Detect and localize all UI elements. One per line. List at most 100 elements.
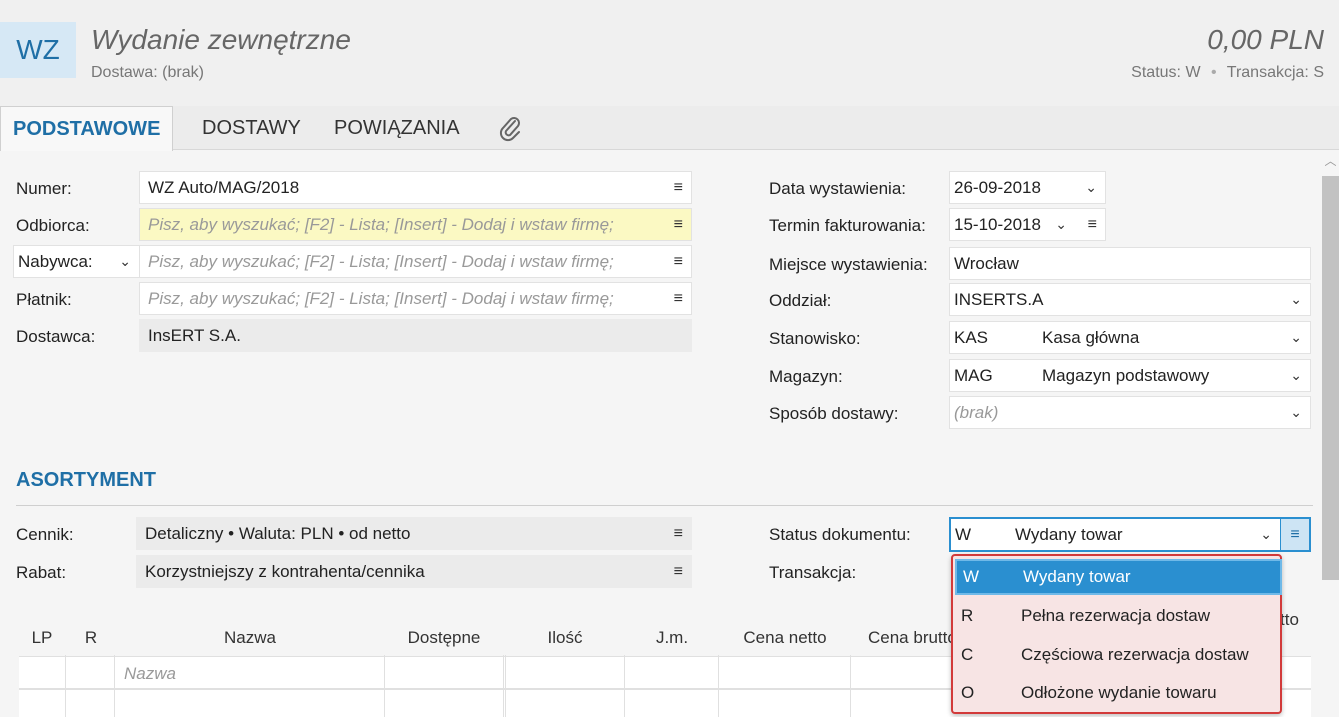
stanowisko-code: KAS — [954, 328, 989, 347]
status-option-w[interactable]: W Wydany towar — [955, 559, 1282, 595]
status-value: Wydany towar — [1015, 525, 1123, 544]
option-label: Odłożone wydanie towaru — [1021, 683, 1217, 702]
status-label: Status: — [1131, 64, 1181, 81]
nabywca-label: Nabywca: — [18, 252, 93, 271]
stanowisko-select[interactable]: KAS Kasa główna ⌄ — [949, 321, 1311, 354]
column-lp[interactable]: LP — [26, 628, 58, 648]
sposob-dostawy-label: Sposób dostawy: — [769, 404, 899, 423]
rabat-value: Korzystniejszy z kontrahenta/cennika — [145, 562, 425, 581]
nabywca-search-input[interactable]: Pisz, aby wyszukać; [F2] - Lista; [Inser… — [139, 245, 692, 278]
status-dokumentu-label: Status dokumentu: — [769, 525, 911, 544]
chevron-down-icon[interactable]: ⌄ — [1085, 172, 1097, 203]
platnik-label: Płatnik: — [16, 290, 72, 309]
option-label: Pełna rezerwacja dostaw — [1021, 606, 1210, 625]
scroll-up-icon[interactable]: ︿ — [1322, 152, 1339, 172]
column-netto-partial[interactable]: tto — [1280, 610, 1310, 630]
oddzial-label: Oddział: — [769, 291, 832, 310]
chevron-down-icon: ⌄ — [119, 253, 131, 269]
transaction-label: Transakcja: — [1226, 64, 1309, 81]
miejsce-wystawienia-label: Miejsce wystawienia: — [769, 255, 928, 274]
sposob-dostawy-value: (brak) — [954, 403, 999, 422]
termin-fakturowania-picker[interactable]: 15-10-2018 ⌄ ≡ — [949, 208, 1106, 241]
oddzial-select[interactable]: INSERTS.A ⌄ — [949, 283, 1311, 316]
document-type-badge: WZ — [0, 22, 76, 78]
scrollbar-thumb[interactable] — [1322, 176, 1339, 580]
miejsce-wystawienia-input[interactable]: Wrocław — [949, 247, 1311, 280]
dostawca-value: InsERT S.A. — [148, 326, 241, 345]
asortyment-heading: ASORTYMENT — [16, 469, 156, 491]
rabat-label: Rabat: — [16, 563, 67, 582]
menu-icon[interactable]: ≡ — [674, 518, 683, 549]
magazyn-select[interactable]: MAG Magazyn podstawowy ⌄ — [949, 359, 1311, 392]
platnik-search-input[interactable]: Pisz, aby wyszukać; [F2] - Lista; [Inser… — [139, 282, 692, 315]
status-option-r[interactable]: R Pełna rezerwacja dostaw — [955, 598, 1282, 634]
tab-podstawowe[interactable]: PODSTAWOWE — [0, 106, 174, 151]
numer-value: WZ Auto/MAG/2018 — [148, 178, 300, 197]
separator-dot: • — [1211, 64, 1217, 81]
status-option-c[interactable]: C Częściowa rezerwacja dostaw — [955, 637, 1282, 673]
menu-icon[interactable]: ≡ — [674, 283, 683, 314]
nabywca-select[interactable]: Nabywca: ⌄ — [13, 245, 140, 278]
stanowisko-label: Stanowisko: — [769, 329, 861, 348]
chevron-down-icon[interactable]: ⌄ — [1055, 209, 1067, 240]
chevron-down-icon: ⌄ — [1290, 367, 1302, 383]
transaction-value: S — [1313, 64, 1324, 81]
tab-dostawy[interactable]: DOSTAWY — [190, 106, 313, 150]
chevron-down-icon: ⌄ — [1290, 291, 1302, 307]
stanowisko-name: Kasa główna — [1042, 328, 1140, 347]
column-ilosc[interactable]: Ilość — [508, 628, 622, 648]
column-dostepne[interactable]: Dostępne — [388, 628, 500, 648]
option-code: O — [961, 683, 975, 702]
column-r[interactable]: R — [76, 628, 106, 648]
sposob-dostawy-select[interactable]: (brak) ⌄ — [949, 396, 1311, 429]
column-nazwa[interactable]: Nazwa — [120, 628, 380, 648]
column-divider — [718, 655, 719, 717]
column-divider — [850, 655, 851, 717]
magazyn-name: Magazyn podstawowy — [1042, 366, 1210, 385]
cennik-label: Cennik: — [16, 525, 74, 544]
column-jm[interactable]: J.m. — [628, 628, 716, 648]
column-divider — [505, 655, 506, 717]
column-divider — [384, 655, 385, 717]
rabat-field[interactable]: Korzystniejszy z kontrahenta/cennika ≡ — [136, 555, 692, 588]
attachment-icon[interactable] — [496, 114, 526, 144]
data-wystawienia-value: 26-09-2018 — [954, 178, 1041, 197]
status-dokumentu-select[interactable]: W Wydany towar ⌄ — [949, 517, 1282, 552]
odbiorca-search-input[interactable]: Pisz, aby wyszukać; [F2] - Lista; [Inser… — [139, 208, 692, 241]
document-amount: 0,00 PLN — [1207, 24, 1324, 55]
menu-icon[interactable]: ≡ — [674, 172, 683, 203]
status-menu-button[interactable]: ≡ — [1281, 517, 1311, 552]
nazwa-input-placeholder[interactable]: Nazwa — [124, 664, 176, 684]
data-wystawienia-label: Data wystawienia: — [769, 179, 907, 198]
magazyn-label: Magazyn: — [769, 367, 843, 386]
column-divider — [624, 655, 625, 717]
document-status-line: Status: W • Transakcja: S — [1131, 64, 1324, 82]
nabywca-placeholder: Pisz, aby wyszukać; [F2] - Lista; [Inser… — [148, 252, 614, 271]
menu-icon[interactable]: ≡ — [674, 246, 683, 277]
option-code: C — [961, 645, 974, 664]
chevron-down-icon: ⌄ — [1290, 329, 1302, 345]
miejsce-wystawienia-value: Wrocław — [954, 254, 1019, 273]
platnik-placeholder: Pisz, aby wyszukać; [F2] - Lista; [Inser… — [148, 289, 614, 308]
column-cena-netto[interactable]: Cena netto — [722, 628, 848, 648]
option-code: W — [963, 567, 980, 586]
menu-icon[interactable]: ≡ — [674, 209, 683, 240]
magazyn-code: MAG — [954, 366, 993, 385]
dostawca-field: InsERT S.A. — [139, 319, 692, 352]
numer-field[interactable]: WZ Auto/MAG/2018 ≡ — [139, 171, 692, 204]
cennik-value: Detaliczny • Waluta: PLN • od netto — [145, 524, 411, 543]
column-divider — [65, 655, 66, 717]
cennik-field[interactable]: Detaliczny • Waluta: PLN • od netto ≡ — [136, 517, 692, 550]
option-label: Częściowa rezerwacja dostaw — [1021, 645, 1249, 664]
menu-icon[interactable]: ≡ — [674, 556, 683, 587]
termin-fakturowania-value: 15-10-2018 — [954, 215, 1041, 234]
data-wystawienia-picker[interactable]: 26-09-2018 ⌄ — [949, 171, 1106, 204]
delivery-subtitle: Dostawa: (brak) — [91, 64, 204, 81]
document-header: WZ Wydanie zewnętrzne Dostawa: (brak) 0,… — [0, 0, 1339, 106]
tab-bar: PODSTAWOWE DOSTAWY POWIĄZANIA — [0, 106, 1339, 151]
status-option-o[interactable]: O Odłożone wydanie towaru — [955, 675, 1282, 711]
tab-powiazania[interactable]: POWIĄZANIA — [322, 106, 472, 150]
menu-icon[interactable]: ≡ — [1088, 209, 1097, 240]
transakcja-label: Transakcja: — [769, 563, 857, 582]
section-divider — [16, 505, 1313, 506]
